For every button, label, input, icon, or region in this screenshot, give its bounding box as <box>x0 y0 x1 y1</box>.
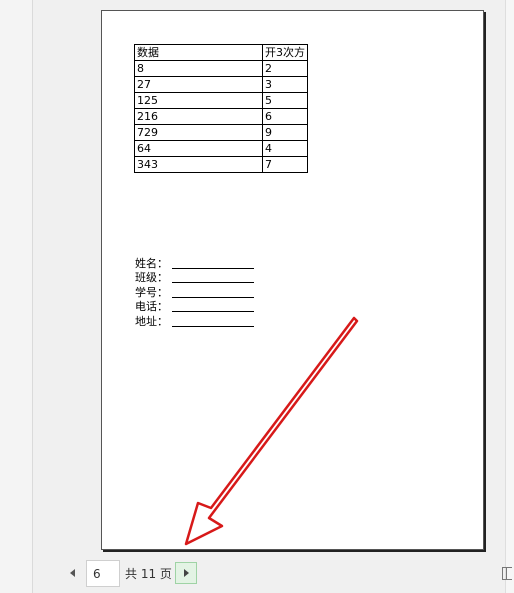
table-cell: 2 <box>262 60 308 77</box>
caret-left-icon <box>69 569 75 577</box>
data-table: 数据 开3次方 8 2 27 3 125 5 216 6 729 9 64 4 … <box>134 44 308 173</box>
right-panel <box>505 0 514 593</box>
total-pages-label: 共 11 页 <box>125 567 172 581</box>
blank-line <box>172 289 254 298</box>
blank-line <box>172 274 254 283</box>
pagination-bar: 共 11 页 <box>0 556 514 593</box>
form-label: 电话： <box>135 300 168 313</box>
blank-line <box>172 260 254 269</box>
table-cell: 7 <box>262 156 308 173</box>
table-row: 27 3 <box>134 76 308 93</box>
table-header-cell: 开3次方 <box>262 44 308 61</box>
form-row-address: 地址： <box>135 314 254 329</box>
table-row: 216 6 <box>134 108 308 125</box>
table-cell: 216 <box>134 108 263 125</box>
caret-right-icon <box>183 569 189 577</box>
form-label: 学号： <box>135 285 168 299</box>
table-header-cell: 数据 <box>134 44 263 61</box>
form-row-phone: 电话： <box>135 300 254 315</box>
table-row: 125 5 <box>134 92 308 109</box>
blank-line <box>172 303 254 312</box>
page-view-icon[interactable] <box>502 567 512 580</box>
table-cell: 343 <box>134 156 263 173</box>
form-row-class: 班级： <box>135 271 254 286</box>
prev-page-button[interactable] <box>64 565 80 581</box>
page-number-input[interactable] <box>86 560 120 587</box>
form-row-name: 姓名： <box>135 256 254 271</box>
form-label: 姓名： <box>135 256 168 270</box>
table-cell: 3 <box>262 76 308 93</box>
info-form: 姓名： 班级： 学号： 电话： 地址： <box>135 256 254 329</box>
table-row: 64 4 <box>134 140 308 157</box>
form-label: 地址： <box>135 314 168 328</box>
table-cell: 9 <box>262 124 308 141</box>
table-header-row: 数据 开3次方 <box>134 44 308 61</box>
table-row: 8 2 <box>134 60 308 77</box>
table-cell: 6 <box>262 108 308 125</box>
table-row: 729 9 <box>134 124 308 141</box>
form-row-student-id: 学号： <box>135 285 254 300</box>
left-panel <box>0 0 33 593</box>
table-cell: 5 <box>262 92 308 109</box>
print-preview-page: 数据 开3次方 8 2 27 3 125 5 216 6 729 9 64 4 … <box>101 10 484 550</box>
table-row: 343 7 <box>134 156 308 173</box>
table-cell: 4 <box>262 140 308 157</box>
form-label: 班级： <box>135 271 168 284</box>
table-cell: 64 <box>134 140 263 157</box>
table-cell: 8 <box>134 60 263 77</box>
table-cell: 27 <box>134 76 263 93</box>
next-page-button[interactable] <box>175 562 197 584</box>
table-cell: 729 <box>134 124 263 141</box>
blank-line <box>172 318 254 327</box>
table-cell: 125 <box>134 92 263 109</box>
